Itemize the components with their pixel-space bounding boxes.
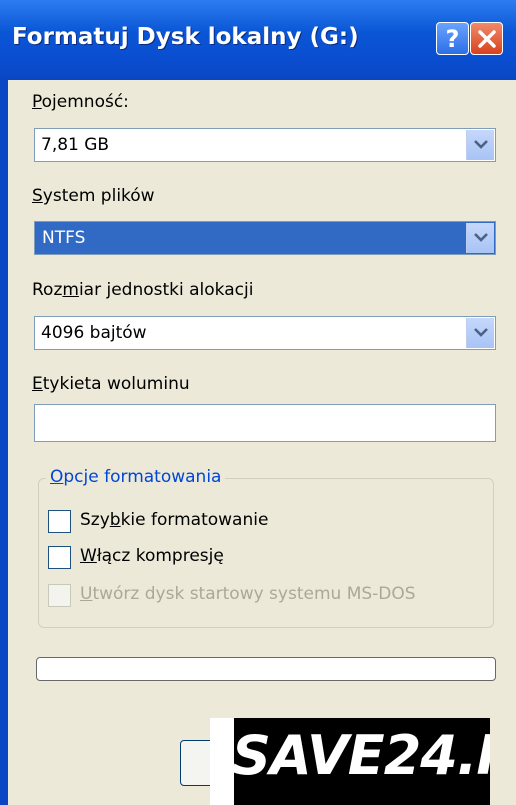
chevron-down-icon [474, 328, 488, 337]
msdos-startup-checkbox [48, 584, 71, 607]
window-frame [0, 80, 8, 805]
volume-label: Etykieta woluminu [32, 374, 190, 394]
close-button[interactable] [470, 22, 503, 55]
capacity-label: Pojemność: [32, 92, 129, 112]
chevron-down-icon [474, 140, 488, 149]
compression-label: Włącz kompresję [80, 546, 224, 566]
filesystem-value: NTFS [42, 228, 86, 248]
capacity-dropdown-arrow[interactable] [466, 130, 494, 160]
chevron-down-icon [474, 233, 488, 242]
title-bar[interactable]: Formatuj Dysk lokalny (G:) ? [0, 0, 516, 80]
watermark-text: SAVE24.P [232, 724, 490, 787]
help-icon: ? [445, 25, 460, 53]
close-icon [478, 30, 496, 48]
quick-format-label: Szybkie formatowanie [80, 510, 269, 530]
save24-watermark-logo: SAVE24.P [210, 718, 490, 805]
format-dialog: Formatuj Dysk lokalny (G:) ? Pojemność: … [0, 0, 516, 805]
msdos-startup-label: Utwórz dysk startowy systemu MS-DOS [80, 584, 416, 604]
allocation-dropdown-arrow[interactable] [466, 318, 494, 348]
format-options-title: Opcje formatowania [46, 467, 226, 487]
capacity-value: 7,81 GB [41, 135, 110, 155]
filesystem-dropdown-arrow[interactable] [466, 223, 494, 253]
allocation-dropdown[interactable]: 4096 bajtów [34, 316, 496, 350]
volume-label-input[interactable] [34, 404, 496, 442]
allocation-value: 4096 bajtów [41, 323, 147, 343]
filesystem-dropdown[interactable]: NTFS [34, 221, 496, 255]
compression-checkbox[interactable] [48, 546, 71, 569]
format-progress-bar [36, 657, 496, 681]
window-title: Formatuj Dysk lokalny (G:) [12, 24, 359, 50]
filesystem-label: System plików [32, 186, 155, 206]
allocation-label: Rozmiar jednostki alokacji [32, 280, 254, 300]
help-button[interactable]: ? [436, 22, 469, 55]
capacity-dropdown[interactable]: 7,81 GB [34, 128, 496, 162]
quick-format-checkbox[interactable] [48, 510, 71, 533]
